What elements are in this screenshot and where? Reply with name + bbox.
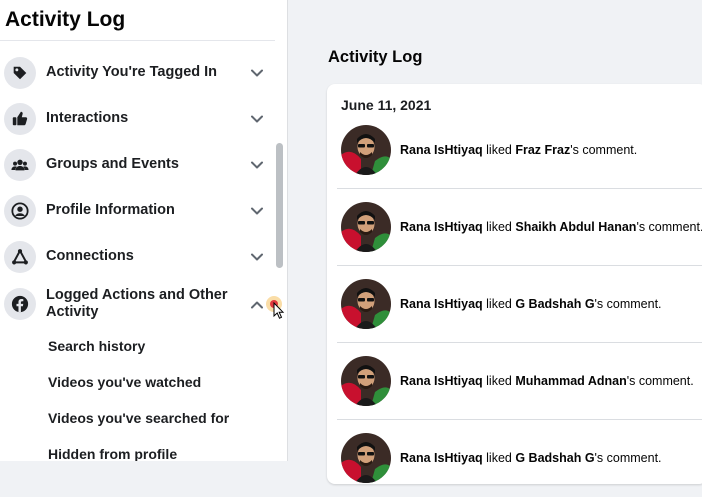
activity-verb: liked (486, 143, 512, 157)
activity-text: Rana IsHtiyaq liked G Badshah G's commen… (400, 297, 662, 311)
sub-item-search-history[interactable]: Search history (48, 338, 145, 354)
sidebar: Activity Log Activity You're Tagged In I… (0, 0, 288, 461)
target-name[interactable]: G Badshah G (515, 297, 594, 311)
sidebar-item-profile-information[interactable]: Profile Information (0, 189, 275, 233)
target-name[interactable]: G Badshah G (515, 451, 594, 465)
sidebar-item-label: Activity You're Tagged In (46, 64, 218, 80)
activity-row[interactable]: Rana IsHtiyaq liked G Badshah G's commen… (337, 266, 702, 343)
actor-name[interactable]: Rana IsHtiyaq (400, 374, 483, 388)
date-header: June 11, 2021 (341, 97, 432, 113)
connections-icon (4, 241, 36, 273)
avatar[interactable] (341, 433, 391, 483)
activity-verb: liked (486, 220, 512, 234)
sidebar-item-label: Interactions (46, 110, 129, 126)
sidebar-item-interactions[interactable]: Interactions (0, 97, 275, 141)
activity-suffix: 's comment. (570, 143, 638, 157)
chevron-down-icon[interactable] (250, 250, 264, 264)
thumbs-up-icon (4, 103, 36, 135)
activity-suffix: 's comment. (636, 220, 702, 234)
activity-text: Rana IsHtiyaq liked G Badshah G's commen… (400, 451, 662, 465)
activity-row[interactable]: Rana IsHtiyaq liked G Badshah G's commen… (337, 420, 702, 497)
sidebar-item-label: Logged Actions and Other Activity (46, 287, 228, 320)
sub-item-hidden-from-profile[interactable]: Hidden from profile (48, 446, 177, 461)
activity-suffix: 's comment. (594, 451, 662, 465)
sidebar-header: Activity Log (0, 0, 275, 41)
target-name[interactable]: Fraz Fraz (515, 143, 570, 157)
activity-verb: liked (486, 297, 512, 311)
activity-text: Rana IsHtiyaq liked Muhammad Adnan's com… (400, 374, 694, 388)
chevron-down-icon[interactable] (250, 158, 264, 172)
activity-row[interactable]: Rana IsHtiyaq liked Fraz Fraz's comment. (337, 112, 702, 189)
sidebar-item-activity-tagged-in[interactable]: Activity You're Tagged In (0, 51, 275, 95)
sub-item-videos-searched[interactable]: Videos you've searched for (48, 410, 229, 426)
sidebar-scrollbar[interactable] (276, 143, 283, 268)
sidebar-item-logged-actions[interactable]: Logged Actions and Other Activity (0, 281, 275, 327)
activity-row[interactable]: Rana IsHtiyaq liked Shaikh Abdul Hanan's… (337, 189, 702, 266)
target-name[interactable]: Muhammad Adnan (515, 374, 626, 388)
user-circle-icon (4, 195, 36, 227)
chevron-down-icon[interactable] (250, 204, 264, 218)
actor-name[interactable]: Rana IsHtiyaq (400, 297, 483, 311)
activity-suffix: 's comment. (626, 374, 694, 388)
activity-verb: liked (486, 374, 512, 388)
sidebar-item-label: Connections (46, 248, 134, 264)
sidebar-item-connections[interactable]: Connections (0, 235, 275, 279)
activity-verb: liked (486, 451, 512, 465)
avatar[interactable] (341, 202, 391, 252)
facebook-icon (4, 288, 36, 320)
activity-text: Rana IsHtiyaq liked Fraz Fraz's comment. (400, 143, 637, 157)
sidebar-item-groups-events[interactable]: Groups and Events (0, 143, 275, 187)
activity-row[interactable]: Rana IsHtiyaq liked Muhammad Adnan's com… (337, 343, 702, 420)
chevron-down-icon[interactable] (250, 112, 264, 126)
target-name[interactable]: Shaikh Abdul Hanan (515, 220, 636, 234)
activity-suffix: 's comment. (594, 297, 662, 311)
page-title: Activity Log (328, 48, 423, 66)
actor-name[interactable]: Rana IsHtiyaq (400, 220, 483, 234)
activity-text: Rana IsHtiyaq liked Shaikh Abdul Hanan's… (400, 220, 702, 234)
sub-item-videos-watched[interactable]: Videos you've watched (48, 374, 201, 390)
mouse-pointer-icon (273, 302, 285, 319)
avatar[interactable] (341, 125, 391, 175)
sidebar-item-label: Groups and Events (46, 156, 179, 172)
sidebar-title: Activity Log (5, 8, 126, 31)
avatar[interactable] (341, 279, 391, 329)
avatar[interactable] (341, 356, 391, 406)
sidebar-item-label: Profile Information (46, 202, 175, 218)
chevron-up-icon[interactable] (250, 298, 264, 312)
chevron-down-icon[interactable] (250, 66, 264, 80)
actor-name[interactable]: Rana IsHtiyaq (400, 451, 483, 465)
actor-name[interactable]: Rana IsHtiyaq (400, 143, 483, 157)
tag-icon (4, 57, 36, 89)
people-icon (4, 149, 36, 181)
